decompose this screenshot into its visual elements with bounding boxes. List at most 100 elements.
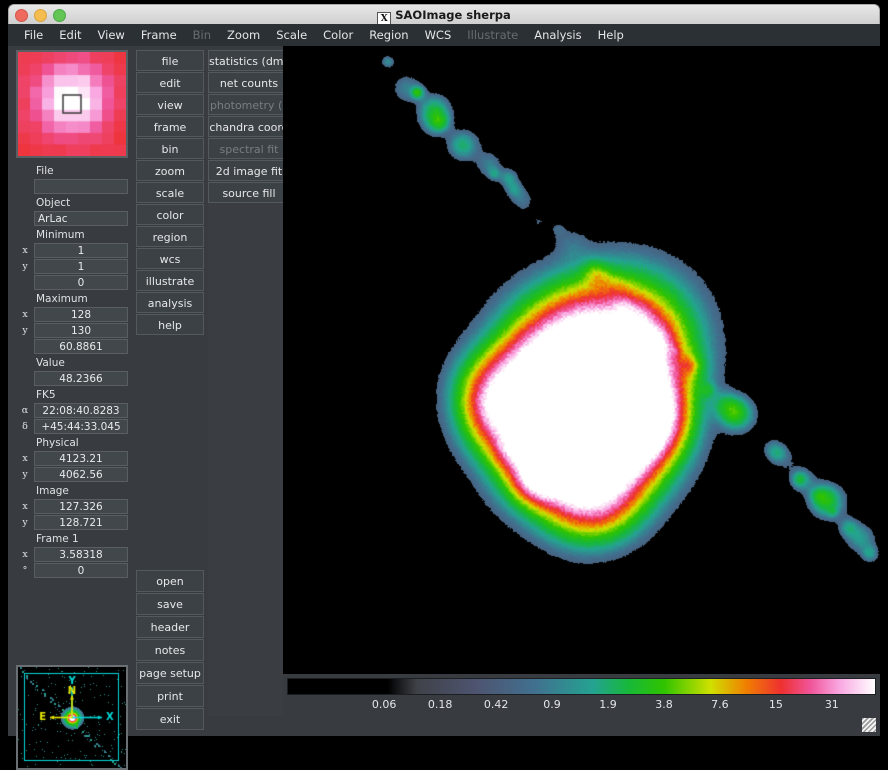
maximum-x-field-row: x128 xyxy=(16,307,128,322)
button-region[interactable]: region xyxy=(136,226,204,247)
button-analysis[interactable]: analysis xyxy=(136,292,204,313)
button-frame[interactable]: frame xyxy=(136,116,204,137)
button-scale[interactable]: scale xyxy=(136,182,204,203)
menu-view[interactable]: View xyxy=(90,24,133,46)
image-y-field-row: y128.721 xyxy=(16,515,128,530)
frame-angle-field-row: °0 xyxy=(16,563,128,578)
object-label: Object xyxy=(36,197,128,210)
analysis-button-column: statistics (dmsnet countsphotometry (sch… xyxy=(208,50,290,204)
maximum-y-field-row: y130 xyxy=(16,323,128,338)
title-bar: XSAOImage sherpa xyxy=(8,4,880,24)
image-display-area[interactable] xyxy=(283,46,880,674)
file-button-header[interactable]: header xyxy=(136,616,204,638)
button-file[interactable]: file xyxy=(136,50,204,71)
frame-angle-field[interactable]: 0 xyxy=(34,563,128,578)
frame-label: Frame 1 xyxy=(36,533,128,546)
image-y-field[interactable]: 128.721 xyxy=(34,515,128,530)
button-wcs[interactable]: wcs xyxy=(136,248,204,269)
menu-scale[interactable]: Scale xyxy=(268,24,315,46)
dec-key: δ xyxy=(16,421,34,432)
main-button-column: fileeditviewframebinzoomscalecolorregion… xyxy=(136,50,204,336)
physical-y-key: y xyxy=(16,469,34,480)
colorbar-tick: 3.8 xyxy=(655,698,673,711)
minimum-value-field-row: 0 xyxy=(16,275,128,290)
value-field[interactable]: 48.2366 xyxy=(34,371,128,386)
menu-color[interactable]: Color xyxy=(315,24,361,46)
menu-help[interactable]: Help xyxy=(590,24,632,46)
file-button-page-setup[interactable]: page setup xyxy=(136,662,204,684)
analysis-button-chandra-coord[interactable]: chandra coord xyxy=(208,116,290,137)
file-button-open[interactable]: open xyxy=(136,570,204,592)
image-x-field-row: x127.326 xyxy=(16,499,128,514)
menu-illustrate: Illustrate xyxy=(459,24,526,46)
menu-region[interactable]: Region xyxy=(361,24,416,46)
window-title-label: SAOImage sherpa xyxy=(395,8,511,22)
colorbar-tick: 7.6 xyxy=(711,698,729,711)
panner-canvas[interactable] xyxy=(18,667,126,768)
frame-zoom-key: x xyxy=(16,549,34,560)
file-field[interactable] xyxy=(34,179,128,194)
file-button-column: opensaveheadernotespage setupprintexit xyxy=(136,570,204,731)
file-button-save[interactable]: save xyxy=(136,593,204,615)
colorbar-tick: 31 xyxy=(825,698,839,711)
menu-frame[interactable]: Frame xyxy=(133,24,185,46)
minimum-value-field[interactable]: 0 xyxy=(34,275,128,290)
left-control-column: FileObjectArLacMinimumx1y10Maximumx128y1… xyxy=(8,46,283,736)
colorbar-tick: 0.9 xyxy=(543,698,561,711)
fits-image-canvas[interactable] xyxy=(283,46,880,674)
menu-zoom[interactable]: Zoom xyxy=(219,24,268,46)
minimum-y-key: y xyxy=(16,261,34,272)
analysis-button-statistics-dms[interactable]: statistics (dms xyxy=(208,50,290,71)
magnifier-panel[interactable] xyxy=(16,50,128,158)
minimum-x-field[interactable]: 1 xyxy=(34,243,128,258)
physical-x-field-row: x4123.21 xyxy=(16,451,128,466)
minimum-y-field[interactable]: 1 xyxy=(34,259,128,274)
analysis-button-2d-image-fit[interactable]: 2d image fit xyxy=(208,160,290,181)
file-button-notes[interactable]: notes xyxy=(136,639,204,661)
physical-x-key: x xyxy=(16,453,34,464)
ra-field[interactable]: 22:08:40.8283 xyxy=(34,403,128,418)
menu-bin: Bin xyxy=(185,24,219,46)
button-illustrate[interactable]: illustrate xyxy=(136,270,204,291)
colorbar-tick: 15 xyxy=(769,698,783,711)
button-help[interactable]: help xyxy=(136,314,204,335)
panner-panel[interactable] xyxy=(16,665,128,770)
button-zoom[interactable]: zoom xyxy=(136,160,204,181)
maximum-value-field-row: 60.8861 xyxy=(16,339,128,354)
maximum-label: Maximum xyxy=(36,293,128,306)
physical-x-field[interactable]: 4123.21 xyxy=(34,451,128,466)
menu-analysis[interactable]: Analysis xyxy=(526,24,589,46)
maximum-value-field[interactable]: 60.8861 xyxy=(34,339,128,354)
dec-field[interactable]: +45:44:33.045 xyxy=(34,419,128,434)
analysis-button-net-counts[interactable]: net counts xyxy=(208,72,290,93)
analysis-button-photometry-s: photometry (s xyxy=(208,94,290,115)
analysis-button-spectral-fit: spectral fit xyxy=(208,138,290,159)
button-edit[interactable]: edit xyxy=(136,72,204,93)
menu-file[interactable]: File xyxy=(16,24,51,46)
file-button-exit[interactable]: exit xyxy=(136,708,204,730)
magnifier-canvas[interactable] xyxy=(18,52,126,156)
menu-wcs[interactable]: WCS xyxy=(417,24,460,46)
physical-y-field[interactable]: 4062.56 xyxy=(34,467,128,482)
image-x-key: x xyxy=(16,501,34,512)
resize-grip[interactable] xyxy=(862,718,876,732)
frame-zoom-field-row: x3.58318 xyxy=(16,547,128,562)
maximum-y-key: y xyxy=(16,325,34,336)
button-view[interactable]: view xyxy=(136,94,204,115)
colorbar-tick: 0.18 xyxy=(428,698,453,711)
menu-edit[interactable]: Edit xyxy=(51,24,89,46)
analysis-button-source-fill[interactable]: source fill xyxy=(208,182,290,203)
colorbar-gradient[interactable] xyxy=(287,678,876,695)
image-x-field[interactable]: 127.326 xyxy=(34,499,128,514)
maximum-x-field[interactable]: 128 xyxy=(34,307,128,322)
frame-zoom-field[interactable]: 3.58318 xyxy=(34,547,128,562)
menu-bar: FileEditViewFrameBinZoomScaleColorRegion… xyxy=(8,24,880,46)
button-color[interactable]: color xyxy=(136,204,204,225)
dec-field-row: δ+45:44:33.045 xyxy=(16,419,128,434)
object-field[interactable]: ArLac xyxy=(34,211,128,226)
button-bin[interactable]: bin xyxy=(136,138,204,159)
file-button-print[interactable]: print xyxy=(136,685,204,707)
physical-y-field-row: y4062.56 xyxy=(16,467,128,482)
saoimage-window: XSAOImage sherpa FileEditViewFrameBinZoo… xyxy=(0,0,888,744)
maximum-y-field[interactable]: 130 xyxy=(34,323,128,338)
